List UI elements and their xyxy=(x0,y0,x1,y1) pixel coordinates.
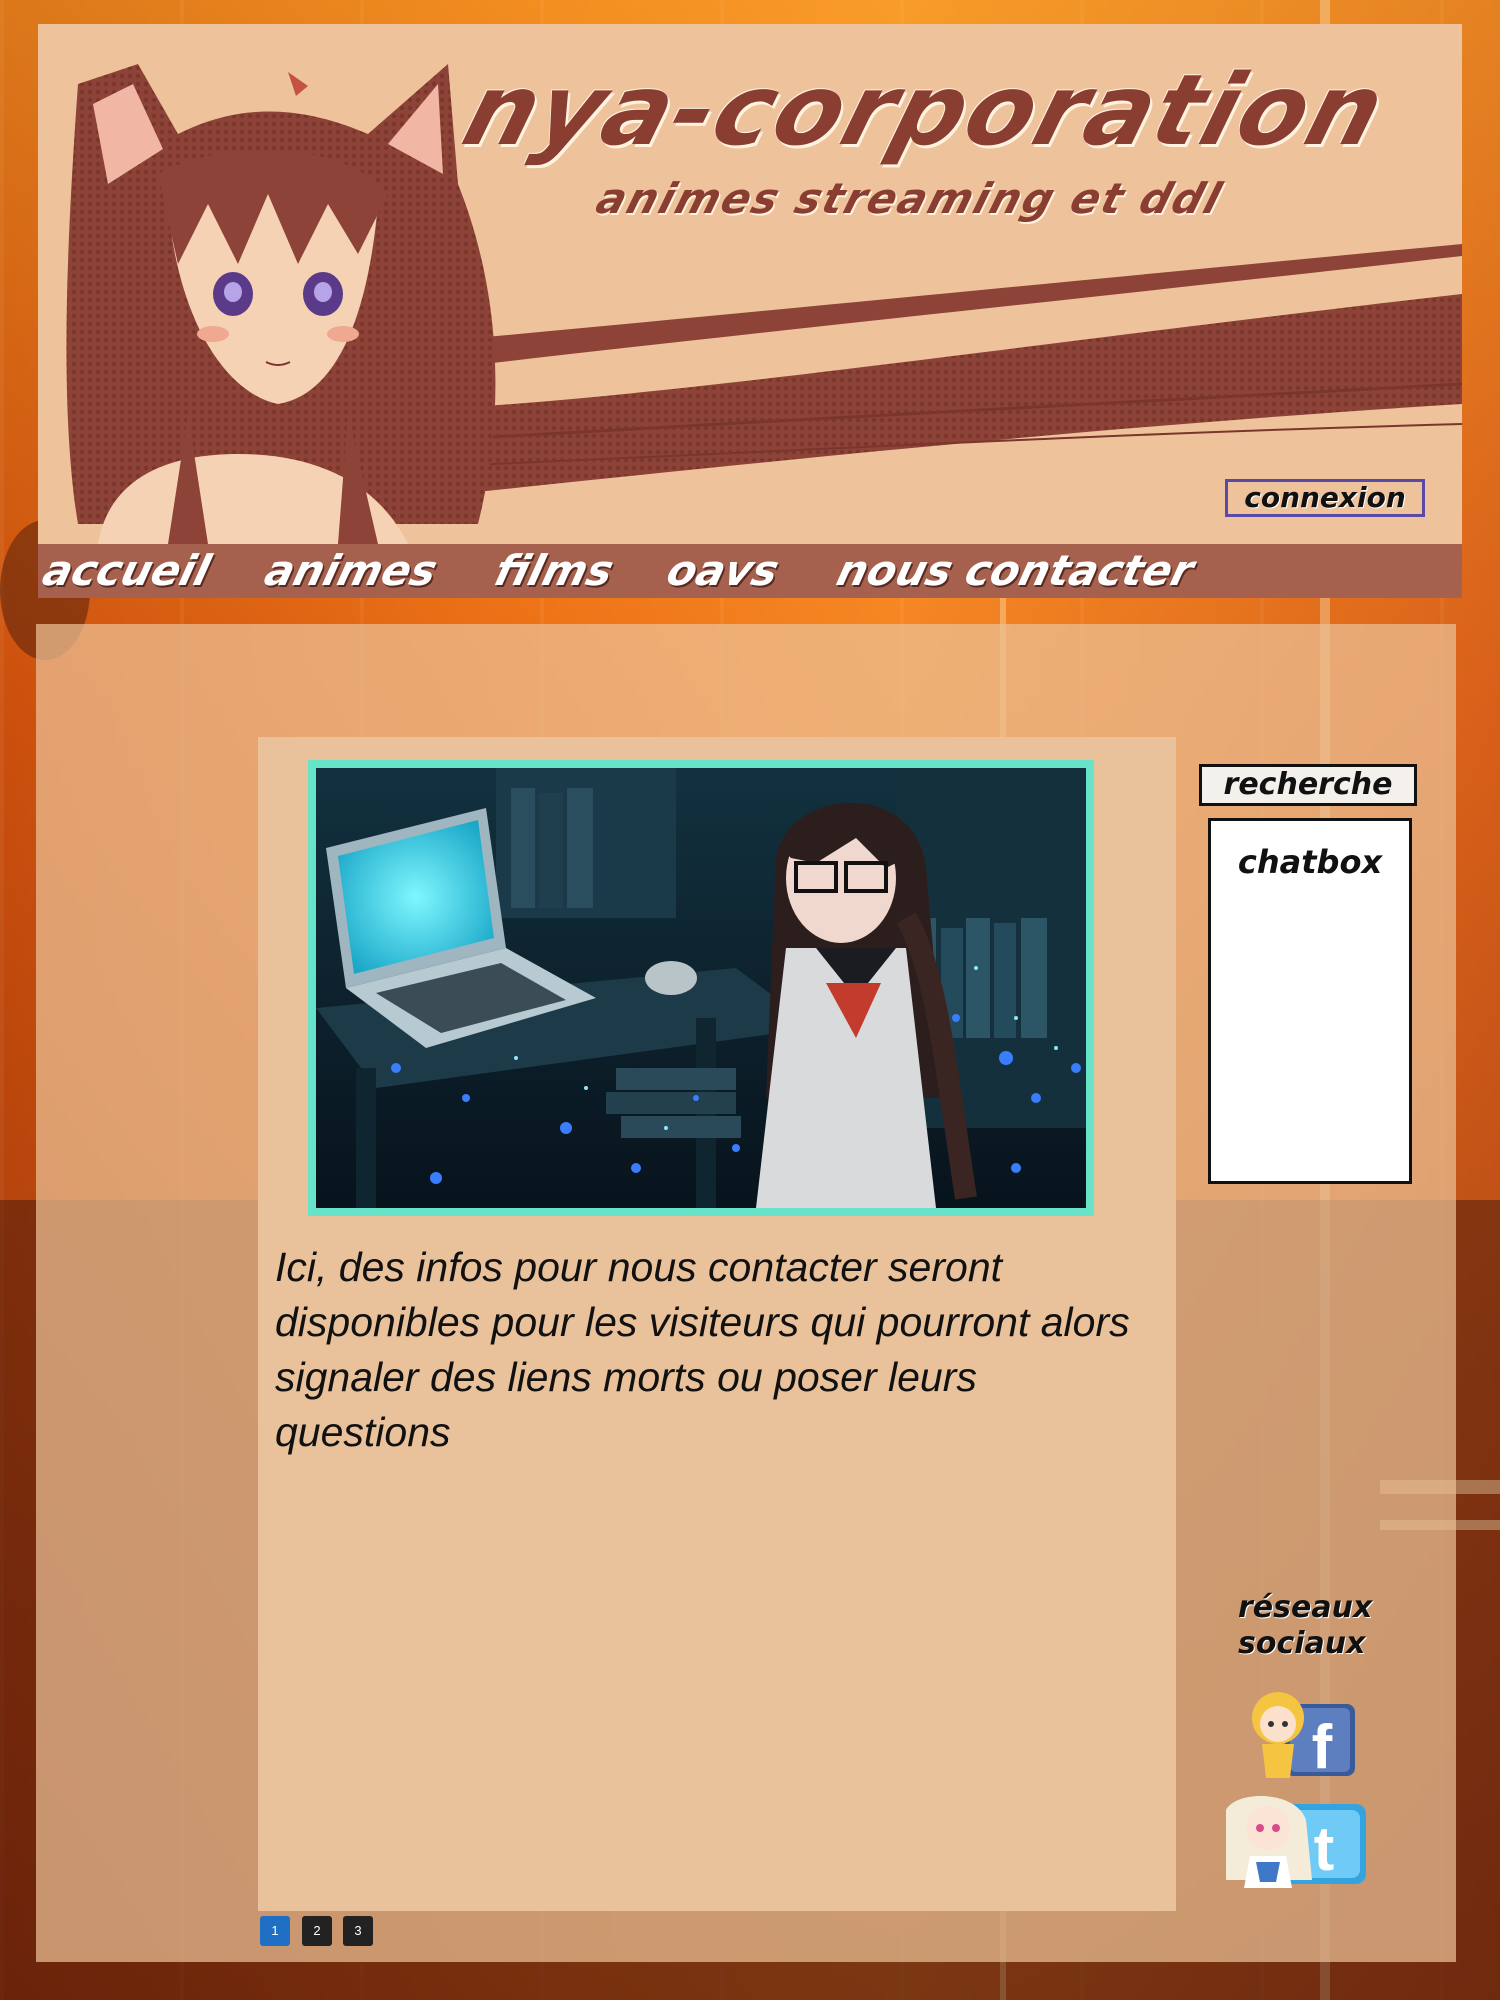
nav-item-oavs[interactable]: oavs xyxy=(661,544,784,598)
nav-item-nous-contacter[interactable]: nous contacter xyxy=(831,544,1199,598)
nav-item-animes[interactable]: animes xyxy=(259,544,442,598)
site-subtitle: animes streaming et ddl xyxy=(590,174,1229,223)
feature-illustration xyxy=(316,768,1086,1208)
page-button-2[interactable]: 2 xyxy=(302,1916,332,1946)
social-heading-line2: sociaux xyxy=(1238,1626,1366,1661)
page-button-1[interactable]: 1 xyxy=(260,1916,290,1946)
nav-item-accueil[interactable]: accueil xyxy=(37,544,216,598)
chatbox-title: chatbox xyxy=(1237,843,1383,881)
social-heading: réseaux sociaux xyxy=(1238,1590,1418,1662)
site-header: nya-corporation animes streaming et ddl … xyxy=(38,24,1462,544)
nav-item-films[interactable]: films xyxy=(489,544,619,598)
feature-image xyxy=(308,760,1094,1216)
svg-text:f: f xyxy=(1312,1713,1333,1782)
main-nav: accueil animes films oavs nous contacter xyxy=(38,544,1462,598)
connexion-button[interactable]: connexion xyxy=(1225,479,1425,517)
chatbox[interactable]: chatbox xyxy=(1208,818,1412,1184)
search-button[interactable]: recherche xyxy=(1199,764,1417,806)
twitter-icon[interactable]: t xyxy=(1216,1790,1372,1890)
facebook-icon[interactable]: f xyxy=(1240,1684,1360,1784)
svg-text:t: t xyxy=(1314,1815,1335,1884)
social-heading-line1: réseaux xyxy=(1238,1590,1373,1625)
site-title: nya-corporation xyxy=(451,54,1399,168)
page-button-3[interactable]: 3 xyxy=(343,1916,373,1946)
contact-info-text: Ici, des infos pour nous contacter seron… xyxy=(275,1244,1130,1455)
